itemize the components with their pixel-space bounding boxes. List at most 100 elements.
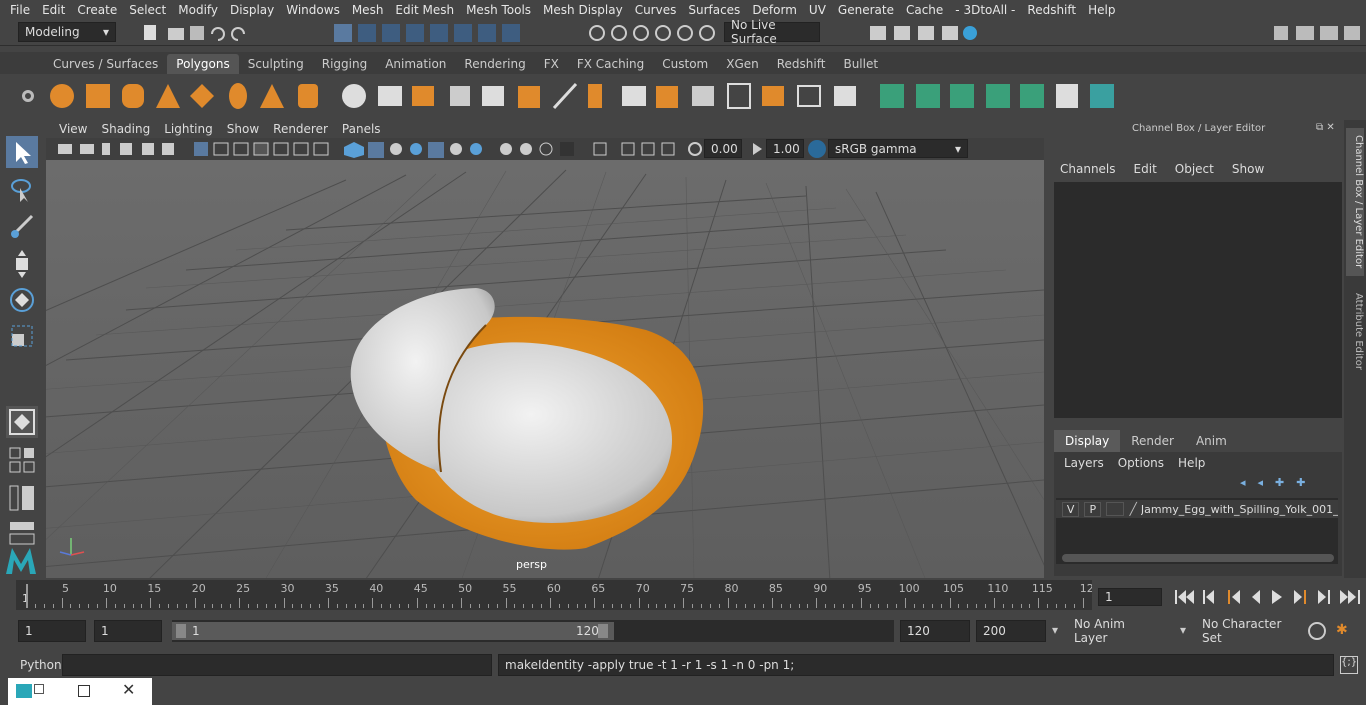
shelf-tab-redshift[interactable]: Redshift [768, 54, 835, 74]
menu-generate[interactable]: Generate [832, 3, 900, 17]
shelf-tab-fx-caching[interactable]: FX Caching [568, 54, 653, 74]
layer-name[interactable]: Jammy_Egg_with_Spilling_Yolk_001_la [1141, 503, 1338, 516]
viewport-menu-panels[interactable]: Panels [335, 122, 388, 136]
exposure-icon[interactable] [686, 140, 704, 158]
layout-outliner-icon[interactable] [6, 482, 38, 514]
snap-icons[interactable] [585, 22, 720, 44]
shelf-tab-rigging[interactable]: Rigging [313, 54, 376, 74]
menu-edit[interactable]: Edit [1134, 162, 1157, 176]
mode-dropdown[interactable]: Modeling ▾ [18, 22, 116, 42]
menu-layers[interactable]: Layers [1064, 456, 1104, 470]
time-slider[interactable]: 1 51015202530354045505560657075808590951… [16, 580, 1094, 610]
selection-mask-icons[interactable] [330, 22, 570, 44]
rotate-tool-icon[interactable] [6, 284, 38, 316]
menu-edit[interactable]: Edit [36, 3, 71, 17]
gamma-icon[interactable] [748, 140, 766, 158]
menu-show[interactable]: Show [1232, 162, 1264, 176]
layer-action-icons[interactable]: ◂◂✚✚ [1240, 476, 1317, 489]
range-slider-handle[interactable]: 1 120 [172, 622, 614, 640]
shelf-tab-xgen[interactable]: XGen [717, 54, 768, 74]
anim-prefs-icon[interactable]: ✱ [1336, 622, 1354, 640]
menu-redshift[interactable]: Redshift [1021, 3, 1082, 17]
color-space-dropdown[interactable]: sRGB gamma ▾ [828, 139, 968, 158]
end-frame-field[interactable]: 200 [976, 620, 1046, 642]
live-surface-field[interactable]: No Live Surface [724, 18, 820, 46]
shelf-tab-rendering[interactable]: Rendering [455, 54, 534, 74]
perspective-viewport[interactable]: persp [46, 160, 1044, 578]
range-slider-track[interactable]: 1 120 [172, 620, 894, 642]
viewport-menu-show[interactable]: Show [220, 122, 266, 136]
playback-start-field[interactable]: 1 [94, 620, 162, 642]
menu-cache[interactable]: Cache [900, 3, 949, 17]
menu-3dtoall[interactable]: - 3DtoAll - [949, 3, 1021, 17]
menu-windows[interactable]: Windows [280, 3, 346, 17]
shelf-tab-custom[interactable]: Custom [653, 54, 717, 74]
script-editor-icon[interactable]: {;} [1340, 656, 1358, 674]
gear-icon[interactable] [20, 88, 36, 104]
scale-tool-icon[interactable] [6, 320, 38, 352]
close-icon[interactable]: ✕ [122, 680, 135, 699]
tab-display[interactable]: Display [1054, 430, 1121, 452]
menu-object[interactable]: Object [1175, 162, 1214, 176]
character-set-dropdown[interactable]: No Character Set [1196, 617, 1300, 645]
shelf-tab-sculpting[interactable]: Sculpting [239, 54, 313, 74]
render-icons[interactable] [866, 22, 986, 44]
channel-list[interactable] [1054, 182, 1342, 418]
file-tools-icons[interactable] [140, 22, 340, 44]
layout-icons[interactable] [1270, 22, 1366, 44]
select-tool-icon[interactable] [6, 136, 38, 168]
exposure-field[interactable]: 0.00 [704, 139, 742, 158]
menu-modify[interactable]: Modify [172, 3, 224, 17]
layer-color-swatch[interactable] [1106, 502, 1124, 516]
shelf-tab-bullet[interactable]: Bullet [834, 54, 887, 74]
tab-channel-box[interactable]: Channel Box / Layer Editor [1346, 128, 1364, 276]
command-input[interactable] [62, 654, 492, 676]
chevron-down-icon[interactable]: ▾ [1052, 623, 1058, 637]
viewport-menu-renderer[interactable]: Renderer [266, 122, 335, 136]
paint-tool-icon[interactable] [6, 210, 38, 242]
command-language-label[interactable]: Python [20, 658, 62, 672]
menu-help[interactable]: Help [1082, 3, 1121, 17]
viewport-menu-lighting[interactable]: Lighting [157, 122, 220, 136]
tab-render[interactable]: Render [1120, 430, 1185, 452]
menu-mesh-display[interactable]: Mesh Display [537, 3, 629, 17]
menu-mesh-tools[interactable]: Mesh Tools [460, 3, 537, 17]
menu-uv[interactable]: UV [803, 3, 832, 17]
anim-layer-dropdown[interactable]: No Anim Layer [1068, 617, 1168, 645]
layer-scrollbar[interactable] [1062, 554, 1334, 562]
menu-options[interactable]: Options [1118, 456, 1164, 470]
chevron-down-icon[interactable]: ▾ [1180, 623, 1186, 637]
tab-anim[interactable]: Anim [1185, 430, 1238, 452]
menu-channels[interactable]: Channels [1060, 162, 1116, 176]
menu-edit-mesh[interactable]: Edit Mesh [389, 3, 460, 17]
maya-window-icon[interactable] [16, 684, 32, 698]
start-frame-field[interactable]: 1 [18, 620, 86, 642]
maximize-icon[interactable] [78, 685, 90, 697]
shelf-tab-animation[interactable]: Animation [376, 54, 455, 74]
restore-icon[interactable] [34, 684, 44, 694]
menu-surfaces[interactable]: Surfaces [682, 3, 746, 17]
range-grip-right[interactable] [598, 624, 608, 638]
menu-display[interactable]: Display [224, 3, 280, 17]
playback-end-field[interactable]: 120 [900, 620, 970, 642]
layer-visibility-toggle[interactable]: V [1062, 501, 1080, 517]
layer-playback-toggle[interactable]: P [1084, 501, 1102, 517]
menu-select[interactable]: Select [123, 3, 172, 17]
menu-mesh[interactable]: Mesh [346, 3, 390, 17]
color-management-icon[interactable] [808, 140, 826, 158]
menu-deform[interactable]: Deform [746, 3, 803, 17]
shelf-tab-fx[interactable]: FX [535, 54, 568, 74]
layout-single-icon[interactable] [6, 406, 38, 438]
shelf-tab-curves-surfaces[interactable]: Curves / Surfaces [44, 54, 167, 74]
current-time-indicator[interactable] [26, 584, 28, 608]
move-tool-icon[interactable] [6, 248, 38, 280]
playback-icons[interactable] [1172, 586, 1366, 608]
shelf-tool-icons[interactable] [46, 78, 1126, 114]
menu-help[interactable]: Help [1178, 456, 1205, 470]
lasso-tool-icon[interactable] [6, 174, 38, 206]
layout-four-icon[interactable] [6, 444, 38, 476]
tab-attribute-editor[interactable]: Attribute Editor [1346, 286, 1364, 376]
auto-key-icon[interactable] [1308, 622, 1326, 640]
viewport-menu-view[interactable]: View [52, 122, 94, 136]
viewport-tool-icons[interactable] [54, 140, 694, 158]
